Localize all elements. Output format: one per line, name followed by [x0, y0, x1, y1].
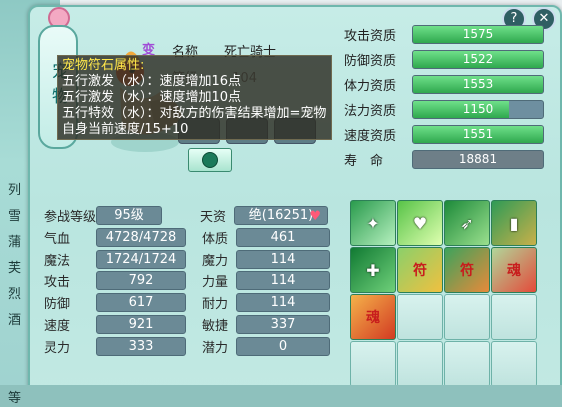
heart-icon: ♥: [309, 209, 321, 224]
qualification-bar: 1522: [412, 49, 544, 69]
yin-yang-icon: [202, 152, 218, 168]
attribute-row: 气血 4728/4728 体质 461: [44, 227, 330, 248]
skill-grid: ✦ ♥ ➶ ▮ ✚ 符 符 魂 魂: [350, 200, 540, 390]
bottom-label: 等: [8, 391, 22, 406]
boot-icon[interactable]: ▮: [491, 200, 537, 246]
attribute-grid: 参战等级 95级 天资 绝(16251) ♥ 气血 4728/4728 体质 46…: [44, 205, 330, 358]
wings-icon[interactable]: ✦: [350, 200, 396, 246]
attribute-row: 速度 921 敏捷 337: [44, 314, 330, 335]
qualification-bar: 1551: [412, 124, 544, 144]
bottom-bar: 等: [0, 385, 562, 407]
attribute-row: 魔法 1724/1724 魔力 114: [44, 249, 330, 270]
empty-skill-slot[interactable]: [444, 294, 490, 340]
talisman-runner-icon[interactable]: 符: [444, 247, 490, 293]
heart-shield-icon[interactable]: ♥: [397, 200, 443, 246]
qualification-row: 攻击资质 1575: [344, 22, 544, 46]
empty-skill-slot[interactable]: [350, 341, 396, 387]
attribute-row: 灵力 333 潜力 0: [44, 336, 330, 357]
qualification-row: 法力资质 1150: [344, 97, 544, 121]
qualification-bar: 1150: [412, 99, 544, 119]
qualification-bar: 1575: [412, 24, 544, 44]
empty-skill-slot[interactable]: [397, 341, 443, 387]
qualification-row: 体力资质 1553: [344, 72, 544, 96]
qualification-row: 速度资质 1551: [344, 122, 544, 146]
attribute-row: 攻击 792 力量 114: [44, 270, 330, 291]
empty-skill-slot[interactable]: [444, 341, 490, 387]
lifespan-row: 寿 命 18881: [344, 147, 544, 171]
runner-icon[interactable]: ➶: [444, 200, 490, 246]
element-button[interactable]: [188, 148, 232, 172]
aptitude-value: 绝(16251) ♥: [234, 206, 328, 225]
rune-tooltip: 宠物符石属性: 五行激发（水）：速度增加16点 五行激发（水）：速度增加10点 …: [57, 55, 332, 140]
empty-skill-slot[interactable]: [491, 341, 537, 387]
talisman-fist-icon[interactable]: 魂: [491, 247, 537, 293]
lifespan-bar: 18881: [412, 149, 544, 169]
demon-icon[interactable]: 魂: [350, 294, 396, 340]
talisman-icon[interactable]: 符: [397, 247, 443, 293]
empty-skill-slot[interactable]: [397, 294, 443, 340]
muscle-man-icon[interactable]: ✚: [350, 247, 396, 293]
empty-skill-slot[interactable]: [491, 294, 537, 340]
attribute-row: 参战等级 95级 天资 绝(16251) ♥: [44, 205, 330, 226]
qualification-panel: 攻击资质 1575 防御资质 1522 体力资质 1553 法力资质 1150 …: [344, 22, 544, 172]
qualification-row: 防御资质 1522: [344, 47, 544, 71]
attribute-row: 防御 617 耐力 114: [44, 292, 330, 313]
qualification-bar: 1553: [412, 74, 544, 94]
